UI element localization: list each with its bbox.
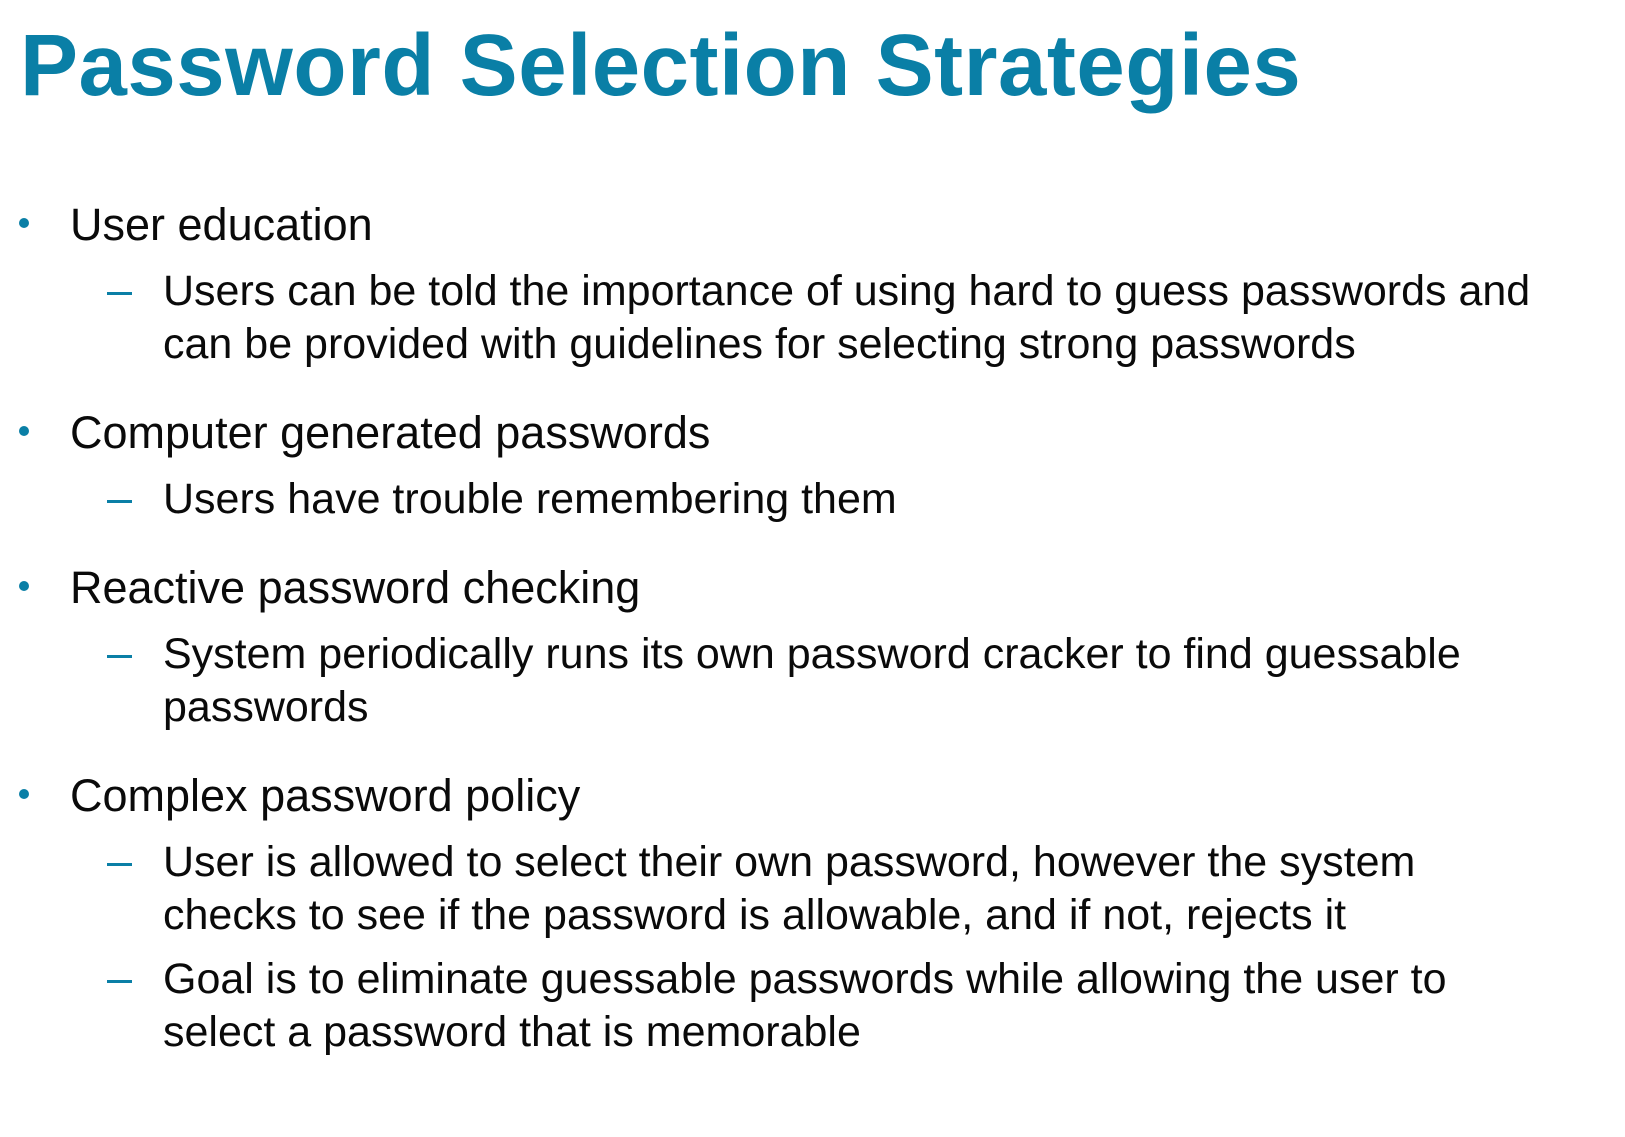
dash-icon [107,863,132,866]
bullet-label: Computer generated passwords [70,407,711,458]
bullet-label: Complex password policy [70,770,581,821]
bullet-dot-icon [19,581,29,591]
dash-icon [107,655,132,658]
sub-item: Users can be told the importance of usin… [0,265,1543,371]
sub-item-text: Goal is to eliminate guessable passwords… [163,955,1447,1056]
bullet-label: Reactive password checking [70,562,641,613]
bullet-dot-icon [19,218,29,228]
sub-item: Goal is to eliminate guessable passwords… [0,953,1543,1059]
bullet-label: User education [70,199,373,250]
bullet-complex-password-policy: Complex password policy User is allowed … [0,767,1625,1059]
sub-list: Users have trouble remembering them [0,473,1625,526]
sub-item-text: User is allowed to select their own pass… [163,838,1416,939]
dash-icon [107,292,132,295]
sub-item-text: Users can be told the importance of usin… [163,267,1531,368]
bullet-dot-icon [19,426,29,436]
sub-list: Users can be told the importance of usin… [0,265,1625,371]
sub-item: User is allowed to select their own pass… [0,836,1543,942]
sub-item-text: System periodically runs its own passwor… [163,630,1461,731]
sub-list: User is allowed to select their own pass… [0,836,1625,1059]
sub-list: System periodically runs its own passwor… [0,628,1625,734]
bullet-dot-icon [19,789,29,799]
bullet-user-education: User education Users can be told the imp… [0,196,1625,371]
slide: Password Selection Strategies User educa… [0,0,1625,1137]
bullet-list: User education Users can be told the imp… [0,196,1625,1059]
sub-item: Users have trouble remembering them [0,473,1543,526]
dash-icon [107,500,132,503]
slide-title: Password Selection Strategies [20,17,1302,114]
sub-item-text: Users have trouble remembering them [163,475,897,523]
dash-icon [107,980,132,983]
bullet-reactive-password-checking: Reactive password checking System period… [0,559,1625,734]
bullet-computer-generated-passwords: Computer generated passwords Users have … [0,404,1625,526]
sub-item: System periodically runs its own passwor… [0,628,1543,734]
